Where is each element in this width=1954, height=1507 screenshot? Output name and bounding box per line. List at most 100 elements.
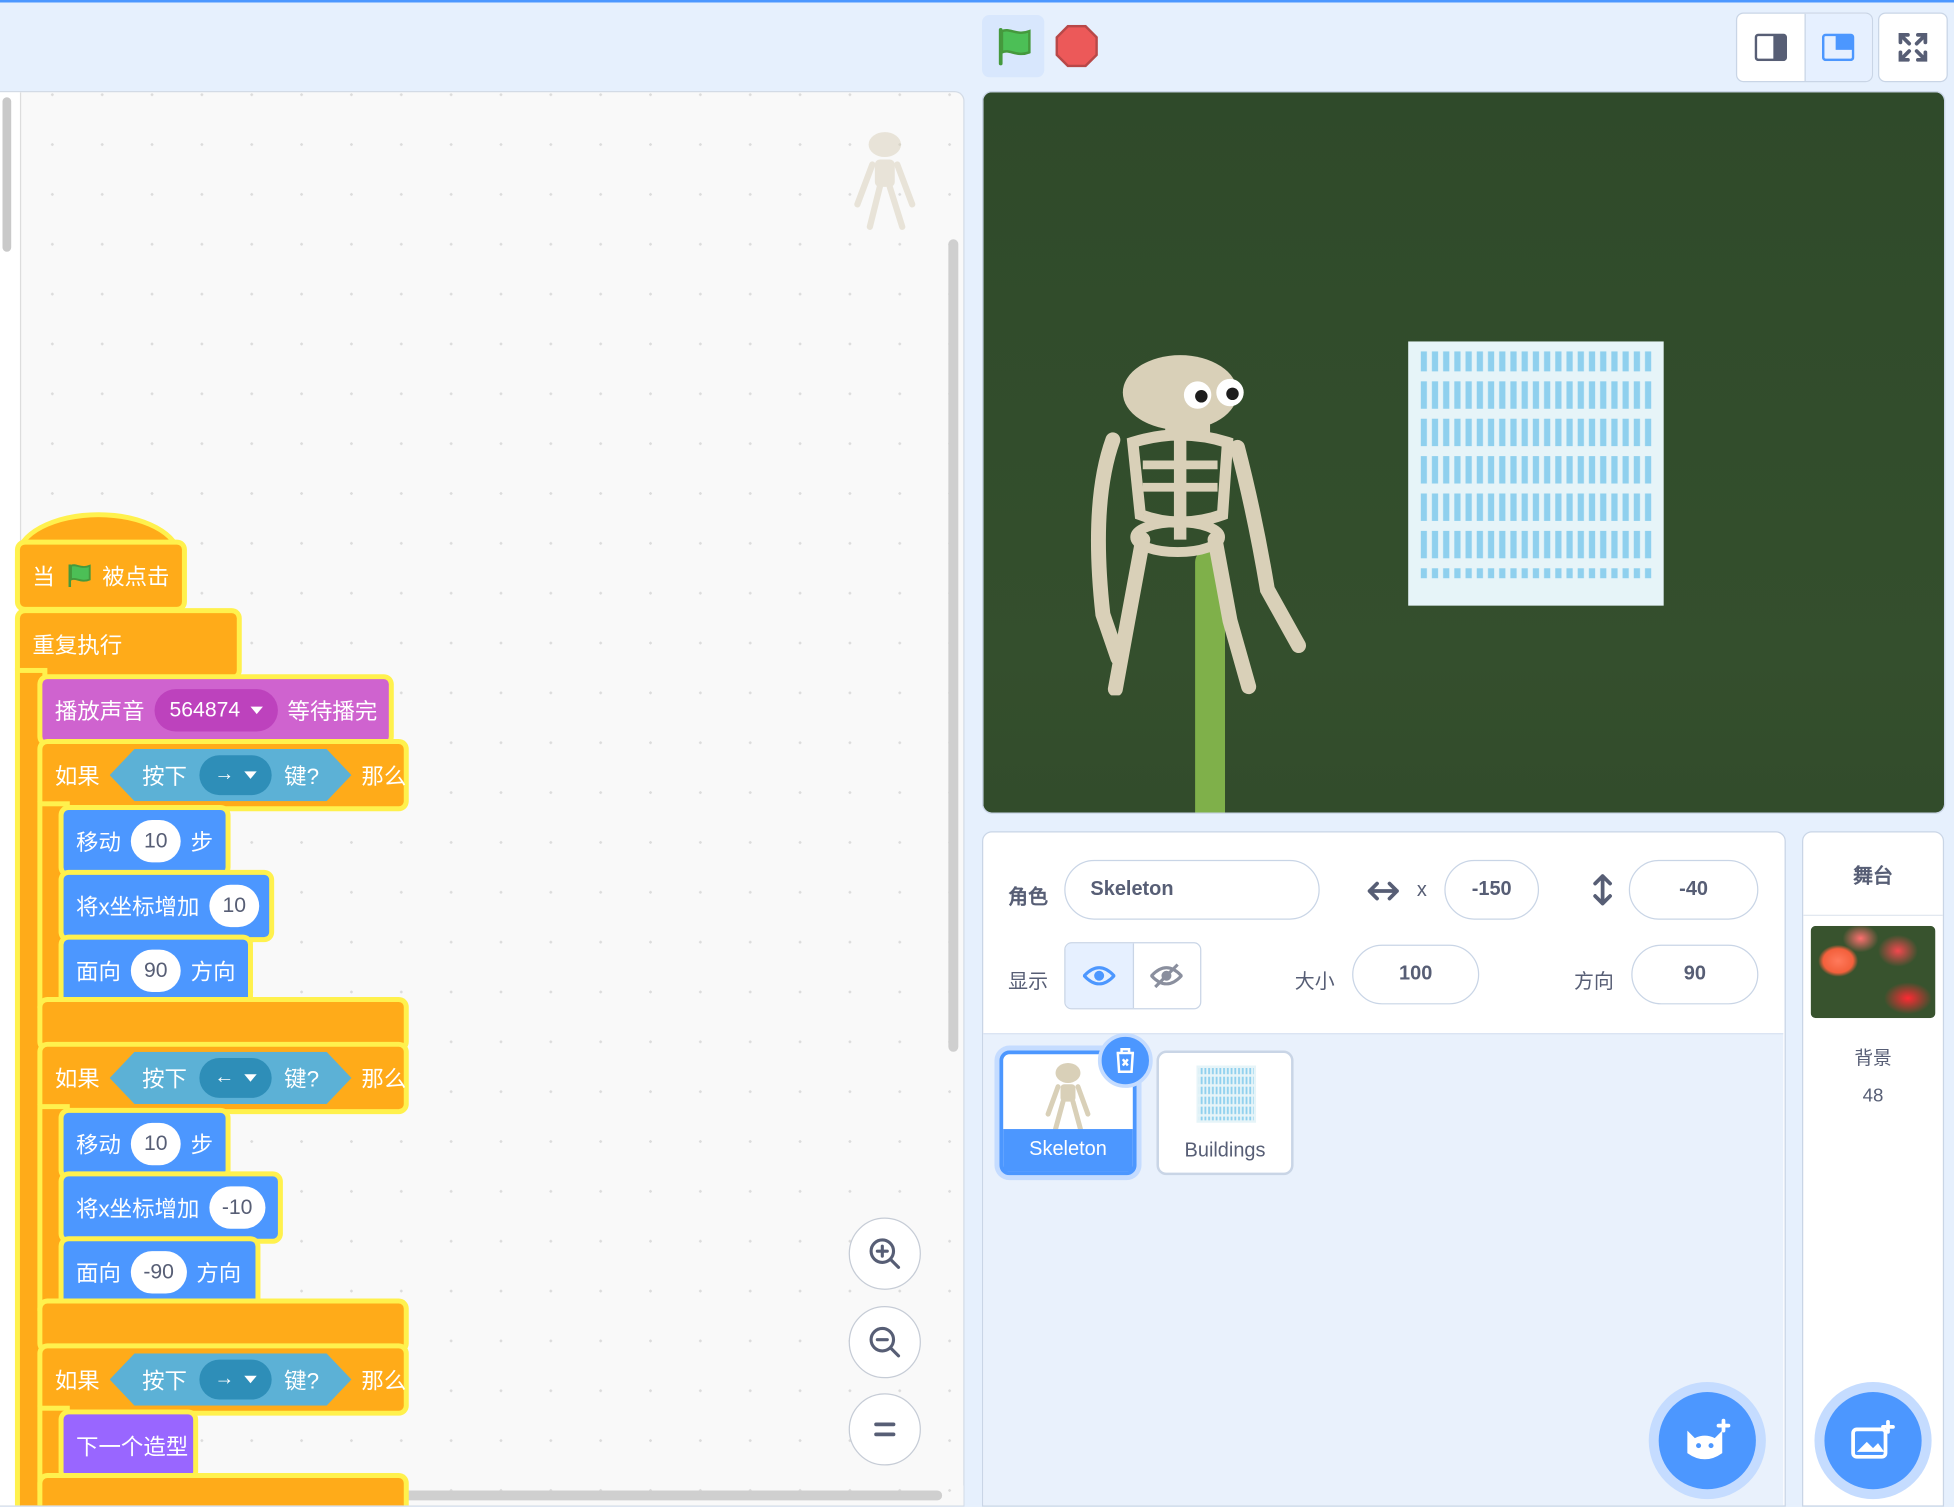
if-label: 如果: [54, 1066, 100, 1092]
steps-label: 步: [190, 829, 214, 855]
small-stage-button[interactable]: [1737, 14, 1804, 81]
stage-canvas[interactable]: [982, 90, 1946, 814]
size-label: 大小: [1294, 972, 1335, 994]
key-dropdown-value: →: [214, 763, 235, 786]
code-workspace[interactable]: 当 被点击 重复执行 播放声音 564874 等待播完 如果 按下 → 键? 那…: [0, 90, 965, 1507]
when-flag-clicked-block[interactable]: 当 被点击: [19, 544, 182, 607]
size-input[interactable]: 100: [1352, 944, 1480, 1005]
point-in-direction-block-2[interactable]: 面向 -90 方向: [63, 1241, 256, 1304]
visibility-toggle: [1064, 942, 1202, 1010]
key-question-label: 键?: [284, 1368, 320, 1394]
chevron-down-icon: [244, 771, 256, 778]
image-plus-icon: [1851, 1420, 1895, 1459]
key-dropdown-1[interactable]: →: [199, 755, 271, 795]
eye-slash-icon: [1150, 963, 1183, 989]
key-pressed-block-2[interactable]: 按下 ← 键?: [110, 1052, 352, 1104]
move-steps-block-1[interactable]: 移动 10 步: [63, 810, 226, 873]
large-stage-button[interactable]: [1803, 13, 1872, 82]
choose-sprite-button[interactable]: [1658, 1392, 1756, 1490]
green-flag-icon: [68, 564, 91, 587]
y-position-input[interactable]: -40: [1628, 859, 1759, 920]
key-dropdown-value: →: [214, 1368, 235, 1390]
move-steps-block-2[interactable]: 移动 10 步: [63, 1112, 226, 1176]
steps-label: 步: [190, 1132, 214, 1158]
if-block-2-arm: [42, 1109, 65, 1307]
green-flag-button[interactable]: [982, 14, 1045, 78]
next-costume-block[interactable]: 下一个造型: [63, 1414, 194, 1477]
move-label: 移动: [76, 1132, 121, 1158]
chevron-down-icon: [244, 1376, 256, 1383]
building-windows-icon: [1420, 351, 1653, 579]
if-then-block-1[interactable]: 如果 按下 → 键? 那么: [42, 743, 407, 807]
show-button[interactable]: [1065, 943, 1134, 1009]
large-stage-icon: [1822, 33, 1855, 62]
workspace-horizontal-scrollbar[interactable]: [363, 1490, 943, 1501]
move-label: 移动: [76, 829, 121, 855]
then-label: 那么: [361, 763, 407, 789]
key-pressed-block-3[interactable]: 按下 → 键?: [110, 1353, 352, 1405]
hat-when-label: 当: [32, 564, 55, 590]
key-dropdown-3[interactable]: →: [199, 1360, 271, 1400]
if-block-1-arm: [42, 806, 65, 1004]
key-pressed-block-1[interactable]: 按下 → 键?: [110, 749, 352, 801]
zoom-in-button[interactable]: [848, 1217, 921, 1290]
cat-plus-icon: [1687, 1418, 1731, 1460]
choose-backdrop-button[interactable]: [1824, 1392, 1922, 1490]
workspace-vertical-scrollbar[interactable]: [948, 239, 959, 1052]
key-pressed-label: 按下: [142, 1066, 187, 1092]
small-stage-icon: [1754, 33, 1787, 62]
change-x-input[interactable]: 10: [209, 884, 260, 928]
change-x-block-2[interactable]: 将x坐标增加 -10: [63, 1176, 278, 1239]
forever-block[interactable]: 重复执行: [19, 613, 237, 676]
direction-label: 方向: [1573, 972, 1614, 994]
backdrop-thumbnail[interactable]: [1810, 925, 1936, 1019]
if-block-2-bottom: [42, 1303, 404, 1349]
point-in-direction-block-1[interactable]: 面向 90 方向: [63, 939, 248, 1002]
sound-dropdown[interactable]: 564874: [154, 689, 278, 732]
zoom-reset-button[interactable]: [848, 1393, 921, 1466]
next-costume-label: 下一个造型: [76, 1434, 189, 1460]
sprite-name-input[interactable]: Skeleton: [1064, 859, 1320, 920]
stop-button[interactable]: [1054, 24, 1099, 69]
direction-input[interactable]: 90: [130, 949, 181, 992]
sprite-tile-buildings[interactable]: Buildings: [1156, 1050, 1294, 1176]
forever-label: 重复执行: [32, 633, 123, 658]
buildings-sprite[interactable]: [1408, 341, 1664, 606]
point-label: 面向: [76, 1261, 121, 1287]
direction-input[interactable]: -90: [130, 1251, 187, 1294]
change-x-block-1[interactable]: 将x坐标增加 10: [63, 874, 270, 938]
skeleton-sprite[interactable]: [1068, 353, 1330, 696]
buildings-thumbnail: [1196, 1065, 1257, 1123]
key-pressed-label: 按下: [142, 1368, 187, 1394]
change-x-input[interactable]: -10: [209, 1186, 265, 1229]
horizontal-arrows-icon: [1367, 881, 1399, 901]
eye-icon: [1082, 966, 1116, 986]
hide-button[interactable]: [1133, 943, 1200, 1008]
key-pressed-label: 按下: [142, 763, 187, 789]
skeleton-thumbnail: [1045, 1063, 1091, 1132]
green-flag-icon: [998, 28, 1031, 66]
stage-title: 舞台: [1803, 832, 1943, 916]
move-steps-input[interactable]: 10: [130, 1122, 181, 1166]
delete-sprite-button[interactable]: [1097, 1033, 1153, 1088]
move-steps-input[interactable]: 10: [130, 819, 181, 863]
if-then-block-2[interactable]: 如果 按下 ← 键? 那么: [42, 1046, 406, 1110]
backdrop-count: 48: [1862, 1085, 1884, 1107]
if-block-1-bottom: [42, 1001, 404, 1047]
sprite-label: 角色: [1008, 887, 1049, 909]
show-label: 显示: [1008, 972, 1049, 994]
zoom-out-button[interactable]: [848, 1306, 921, 1379]
direction-input[interactable]: 90: [1631, 944, 1759, 1005]
then-label: 那么: [361, 1368, 407, 1394]
vertical-arrows-icon: [1593, 874, 1612, 906]
key-dropdown-2[interactable]: ←: [199, 1058, 271, 1098]
palette-scrollbar[interactable]: [2, 97, 12, 252]
current-sprite-ghost-icon: [847, 130, 927, 241]
if-then-block-3[interactable]: 如果 按下 → 键? 那么: [42, 1348, 407, 1411]
key-dropdown-value: ←: [214, 1066, 235, 1088]
hat-clicked-label: 被点击: [102, 564, 170, 590]
if-label: 如果: [54, 763, 100, 789]
x-position-input[interactable]: -150: [1444, 859, 1540, 920]
fullscreen-button[interactable]: [1878, 12, 1948, 83]
play-sound-until-done-block[interactable]: 播放声音 564874 等待播完: [42, 679, 389, 742]
